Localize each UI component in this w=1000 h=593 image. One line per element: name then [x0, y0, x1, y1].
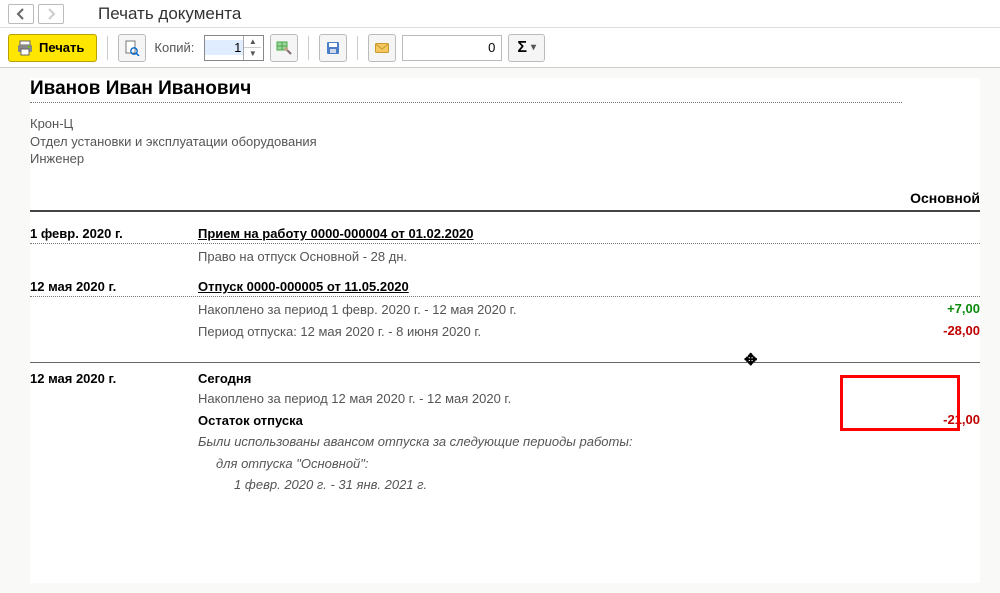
arrow-left-icon [15, 8, 27, 20]
balance-label: Остаток отпуска [198, 412, 860, 430]
entry-value-used: -28,00 [860, 323, 980, 341]
document-zoom-icon [124, 40, 140, 56]
entry-note-sub: для отпуска "Основной": [198, 455, 860, 473]
entry-value-accrued: +7,00 [860, 301, 980, 319]
meta-position: Инженер [30, 150, 980, 168]
section-header: Основной [30, 190, 980, 212]
copies-spinner-down[interactable]: ▼ [244, 48, 261, 60]
entry-title: Сегодня [198, 371, 860, 386]
employee-meta: Крон-Ц Отдел установки и эксплуатации об… [30, 115, 980, 168]
divider [30, 243, 980, 244]
entry-today: 12 мая 2020 г. Сегодня Накоплено за пери… [30, 371, 980, 494]
envelope-icon [374, 40, 390, 56]
nav-forward-button[interactable] [38, 4, 64, 24]
toolbar-separator [308, 36, 309, 60]
copies-input[interactable] [205, 40, 243, 55]
table-wrench-icon [276, 40, 292, 56]
entry-date: 12 мая 2020 г. [30, 371, 198, 386]
entry-date: 12 мая 2020 г. [30, 279, 198, 294]
meta-org: Крон-Ц [30, 115, 980, 133]
save-button[interactable] [319, 34, 347, 62]
nav-back-button[interactable] [8, 4, 34, 24]
balance-value: -21,00 [860, 412, 980, 430]
settings-button[interactable] [270, 34, 298, 62]
titlebar: Печать документа [0, 0, 1000, 28]
entry-note: Были использованы авансом отпуска за сле… [198, 433, 860, 451]
chevron-down-icon: ▾ [531, 42, 536, 53]
divider [30, 102, 902, 103]
toolbar: Печать Копий: ▲ ▼ Σ ▾ [0, 28, 1000, 68]
sigma-button[interactable]: Σ ▾ [508, 34, 545, 62]
preview-button[interactable] [118, 34, 146, 62]
sum-display-field[interactable] [402, 35, 502, 61]
arrow-right-icon [45, 8, 57, 20]
floppy-disk-icon [325, 40, 341, 56]
entry-note-period: 1 февр. 2020 г. - 31 янв. 2021 г. [198, 476, 860, 494]
window-title: Печать документа [98, 4, 241, 24]
entry-line: Накоплено за период 1 февр. 2020 г. - 12… [198, 301, 860, 319]
entry-date: 1 февр. 2020 г. [30, 226, 198, 241]
document-area: Иванов Иван Иванович Крон-Ц Отдел устано… [30, 78, 980, 583]
copies-label: Копий: [154, 40, 194, 55]
copies-field[interactable]: ▲ ▼ [204, 35, 264, 61]
section-title: Основной [860, 190, 980, 210]
divider [30, 362, 980, 363]
entry-title: Отпуск 0000-000005 от 11.05.2020 [198, 279, 860, 294]
divider [30, 296, 980, 297]
toolbar-separator [357, 36, 358, 60]
print-button-label: Печать [39, 40, 84, 55]
entry-line: Накоплено за период 12 мая 2020 г. - 12 … [198, 390, 860, 408]
copies-spinner: ▲ ▼ [243, 36, 261, 60]
entry-line: Право на отпуск Основной - 28 дн. [198, 248, 860, 266]
toolbar-separator [107, 36, 108, 60]
entry-vacation: 12 мая 2020 г. Отпуск 0000-000005 от 11.… [30, 279, 980, 340]
printer-icon [17, 40, 33, 56]
sigma-icon: Σ [517, 39, 527, 57]
send-email-button[interactable] [368, 34, 396, 62]
employee-name: Иванов Иван Иванович [30, 78, 980, 100]
copies-spinner-up[interactable]: ▲ [244, 36, 261, 49]
print-button[interactable]: Печать [8, 34, 97, 62]
entry-hire: 1 февр. 2020 г. Прием на работу 0000-000… [30, 226, 980, 266]
meta-dept: Отдел установки и эксплуатации оборудова… [30, 133, 980, 151]
entry-title: Прием на работу 0000-000004 от 01.02.202… [198, 226, 860, 241]
entry-line: Период отпуска: 12 мая 2020 г. - 8 июня … [198, 323, 860, 341]
